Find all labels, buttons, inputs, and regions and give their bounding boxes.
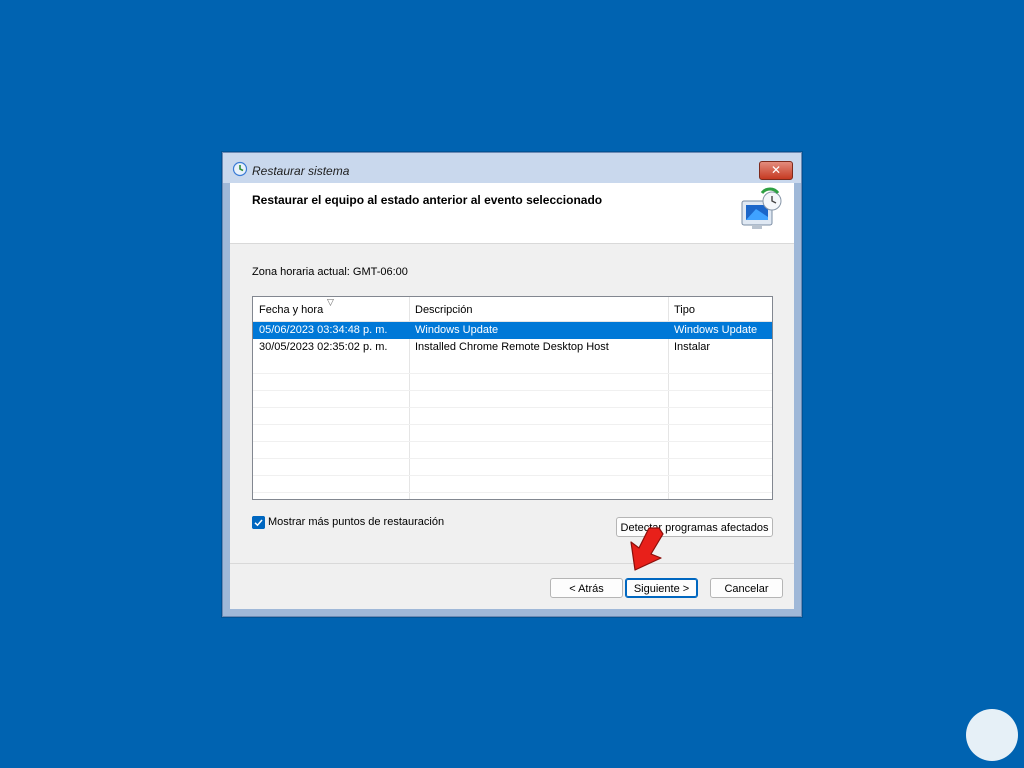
column-date-label: Fecha y hora <box>259 304 324 316</box>
checkbox-label: Mostrar más puntos de restauración <box>268 516 445 528</box>
row-type: Instalar <box>674 341 711 353</box>
empty-row <box>253 475 772 493</box>
pointer-arrow-icon <box>630 527 664 571</box>
column-type-label: Tipo <box>674 304 695 316</box>
checkmark-icon[interactable] <box>252 516 265 529</box>
row-description: Windows Update <box>415 324 499 336</box>
system-restore-icon <box>232 161 248 177</box>
column-date[interactable]: ▽ Fecha y hora <box>253 297 409 321</box>
dialog-header: Restaurar el equipo al estado anterior a… <box>230 183 794 244</box>
sort-down-icon: ▽ <box>327 297 334 307</box>
site-logo <box>966 709 1018 761</box>
footer-divider <box>230 563 794 564</box>
title-bar[interactable]: Restaurar sistema ✕ <box>223 153 801 183</box>
column-description-label: Descripción <box>415 304 473 316</box>
empty-row <box>253 390 772 408</box>
empty-row <box>253 356 772 374</box>
back-button[interactable]: < Atrás <box>550 578 623 598</box>
restore-monitor-icon <box>741 187 782 229</box>
row-date: 05/06/2023 03:34:48 p. m. <box>259 324 388 336</box>
empty-row <box>253 407 772 425</box>
table-row[interactable]: 05/06/2023 03:34:48 p. m. Windows Update… <box>253 322 772 339</box>
empty-row <box>253 373 772 391</box>
timezone-label: Zona horaria actual: GMT-06:00 <box>252 266 408 278</box>
table-row[interactable]: 30/05/2023 02:35:02 p. m. Installed Chro… <box>253 339 772 356</box>
empty-row <box>253 458 772 476</box>
restore-dialog: Restaurar sistema ✕ Restaurar el equipo … <box>222 152 802 617</box>
empty-row <box>253 424 772 442</box>
window-title: Restaurar sistema <box>252 164 350 178</box>
page-title: Restaurar el equipo al estado anterior a… <box>252 193 603 207</box>
dialog-body: Restaurar el equipo al estado anterior a… <box>230 183 794 609</box>
row-type: Windows Update <box>674 324 758 336</box>
list-header: ▽ Fecha y hora Descripción Tipo <box>253 297 772 322</box>
close-button[interactable]: ✕ <box>759 161 793 180</box>
cancel-button[interactable]: Cancelar <box>710 578 783 598</box>
empty-row <box>253 441 772 459</box>
restore-points-list[interactable]: ▽ Fecha y hora Descripción Tipo 05/06/20… <box>252 296 773 500</box>
next-button[interactable]: Siguiente > <box>625 578 698 598</box>
row-description: Installed Chrome Remote Desktop Host <box>415 341 609 353</box>
row-date: 30/05/2023 02:35:02 p. m. <box>259 341 388 353</box>
column-description[interactable]: Descripción <box>409 297 668 321</box>
column-type[interactable]: Tipo <box>668 297 772 321</box>
